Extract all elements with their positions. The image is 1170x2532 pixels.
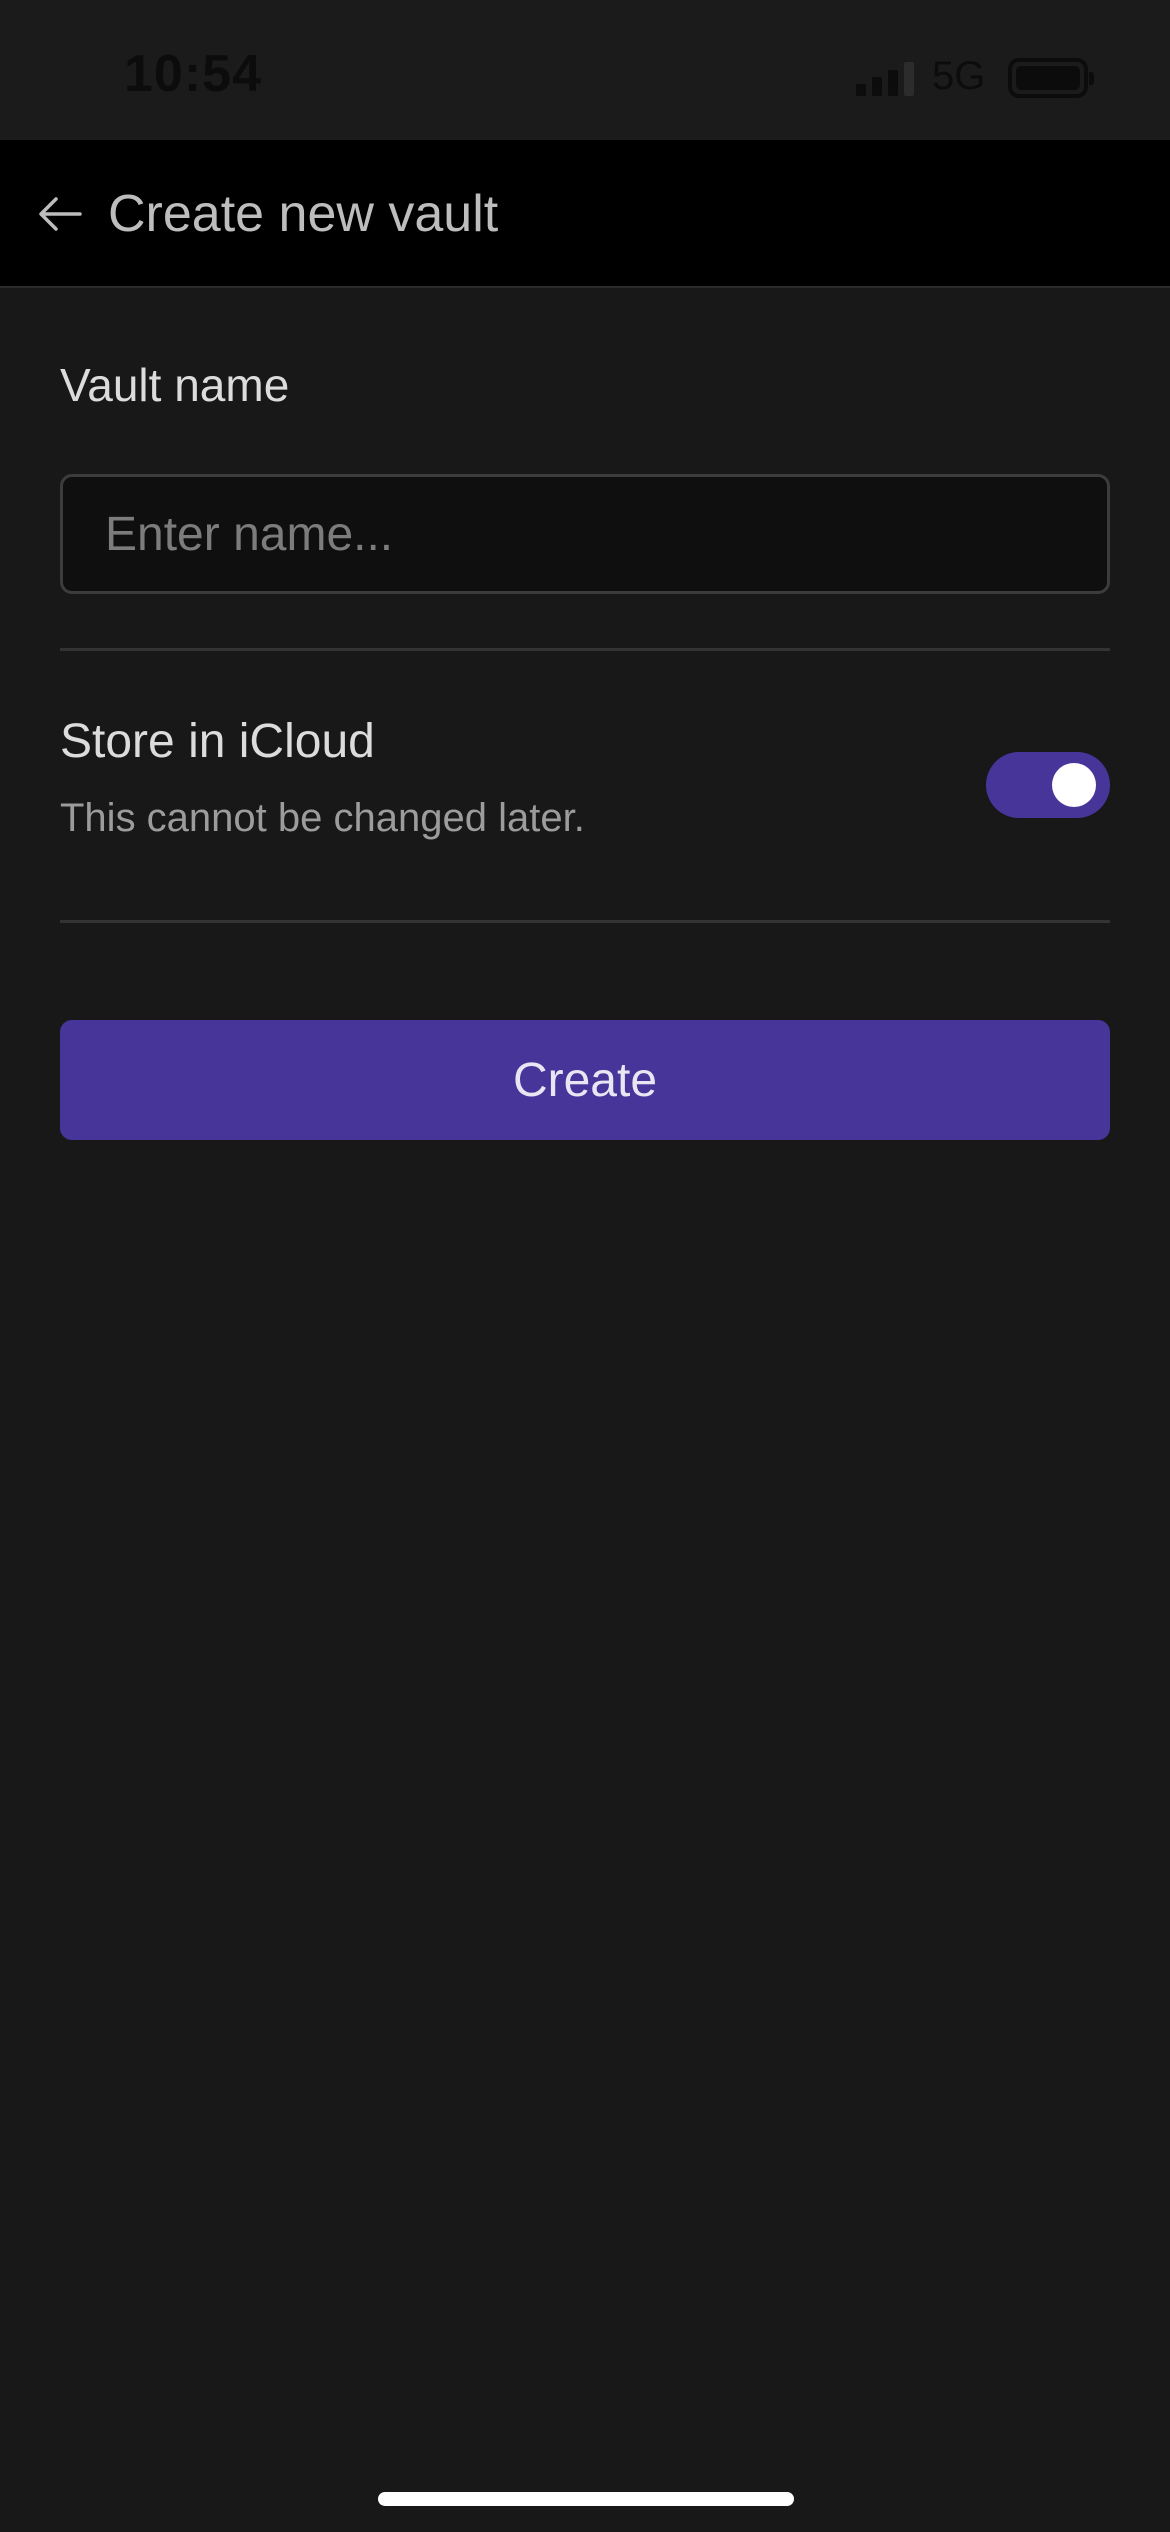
icloud-toggle[interactable] [986, 752, 1110, 818]
vault-name-input[interactable] [60, 474, 1110, 594]
status-bar: 10:54 5G [0, 0, 1170, 140]
status-time: 10:54 [124, 45, 262, 103]
cellular-signal-icon [856, 62, 914, 96]
toggle-knob [1052, 763, 1096, 807]
network-label: 5G [932, 54, 986, 98]
divider [60, 648, 1110, 651]
icloud-setting-title: Store in iCloud [60, 715, 375, 768]
create-button[interactable]: Create [60, 1020, 1110, 1140]
divider [60, 920, 1110, 923]
back-button[interactable] [30, 184, 90, 244]
arrow-left-icon [39, 197, 82, 231]
icloud-setting-description: This cannot be changed later. [60, 796, 585, 840]
vault-name-label: Vault name [60, 359, 290, 411]
battery-icon [1008, 58, 1094, 98]
top-app-bar: Create new vault [0, 140, 1170, 288]
home-indicator [378, 2492, 794, 2506]
page-title: Create new vault [108, 185, 499, 243]
